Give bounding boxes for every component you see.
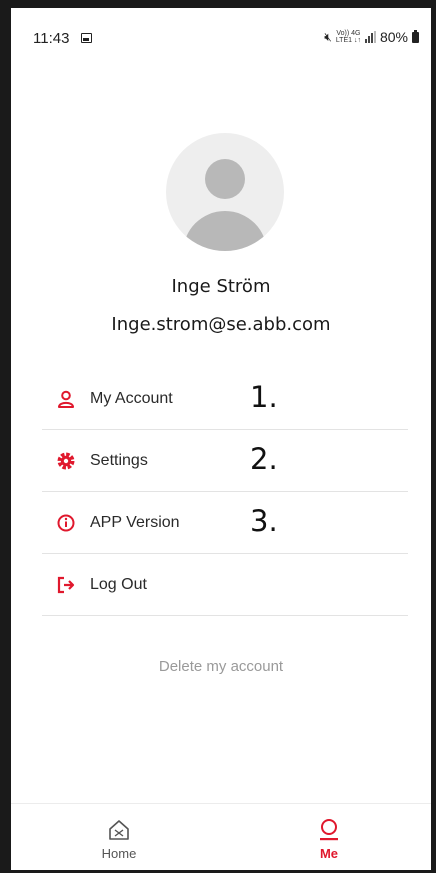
frame-top [0, 0, 436, 8]
status-indicators: 🔇︎ Vo)) 4G LTE1 ↓↑ 80% [324, 29, 419, 45]
avatar[interactable] [166, 133, 284, 251]
tab-me[interactable]: Me [259, 804, 399, 870]
phone-screen: 11:43 🔇︎ Vo)) 4G LTE1 ↓↑ 80% Inge Ström … [11, 8, 431, 870]
frame-left [0, 0, 11, 873]
logout-icon [56, 575, 76, 595]
status-time: 11:43 [33, 30, 70, 47]
tab-label: Home [101, 846, 137, 861]
menu-item-log-out[interactable]: Log Out [42, 554, 408, 616]
menu-item-app-version[interactable]: APP Version 3. [42, 492, 408, 554]
tab-label: Me [319, 846, 339, 861]
image-notification-icon [81, 33, 92, 43]
info-icon [56, 513, 76, 533]
annotation-number: 2. [250, 442, 278, 476]
gear-icon [56, 451, 76, 471]
frame-right [431, 0, 436, 873]
home-icon [49, 818, 189, 842]
profile-email: Inge.strom@se.abb.com [111, 314, 331, 335]
network-top: Vo)) 4G [336, 30, 361, 37]
annotation-number: 3. [250, 504, 278, 538]
tab-home[interactable]: Home [49, 804, 189, 870]
menu-item-label: APP Version [90, 513, 180, 531]
battery-icon [412, 29, 419, 43]
network-indicator: Vo)) 4G LTE1 ↓↑ [336, 30, 361, 44]
user-icon [56, 389, 76, 409]
avatar-body [183, 211, 267, 251]
mute-icon: 🔇︎ [324, 29, 332, 44]
menu-item-label: Settings [90, 451, 148, 469]
profile-icon [259, 818, 399, 842]
delete-account-link[interactable]: Delete my account [11, 658, 431, 675]
bottom-nav: Home Me [11, 803, 431, 870]
network-bottom: LTE1 ↓↑ [335, 37, 361, 44]
status-bar: 11:43 🔇︎ Vo)) 4G LTE1 ↓↑ 80% [11, 8, 431, 68]
menu-item-label: Log Out [90, 575, 147, 593]
avatar-head [205, 159, 245, 199]
profile-menu: My Account 1. Settings 2. APP Version 3.… [42, 368, 408, 616]
signal-icon [364, 31, 376, 43]
profile-name: Inge Ström [171, 276, 271, 297]
menu-item-my-account[interactable]: My Account 1. [42, 368, 408, 430]
annotation-number: 1. [250, 380, 278, 414]
menu-item-settings[interactable]: Settings 2. [42, 430, 408, 492]
menu-item-label: My Account [90, 389, 173, 407]
battery-percent: 80% [379, 29, 408, 45]
